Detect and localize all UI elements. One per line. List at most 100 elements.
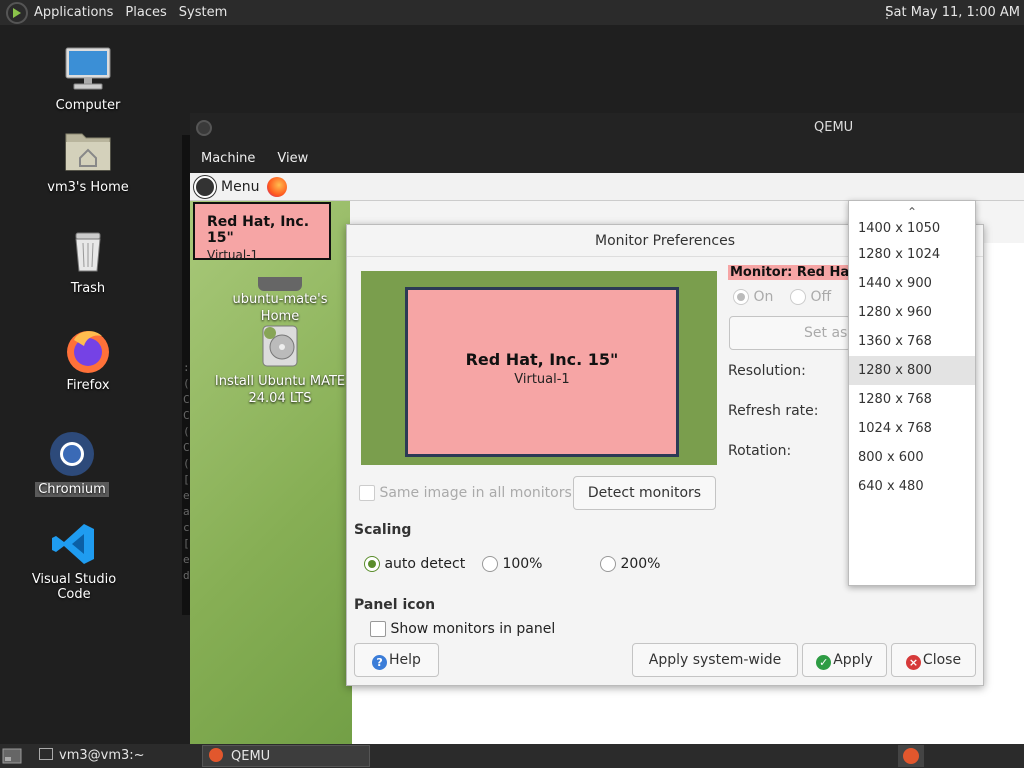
taskbar-qemu[interactable]: QEMU: [202, 745, 370, 767]
monitor-off-radio[interactable]: Off: [790, 289, 831, 305]
top-panel: Applications Places System Sat May 11, 1…: [0, 0, 1024, 25]
resolution-option[interactable]: 1280 x 768: [849, 385, 975, 414]
resolution-option[interactable]: 1280 x 960: [849, 298, 975, 327]
desktop-icon-label: Chromium: [35, 482, 109, 497]
scroll-up-icon[interactable]: ⌃: [849, 201, 975, 223]
monitor-preview[interactable]: Red Hat, Inc. 15" Virtual-1: [405, 287, 679, 457]
apply-label: Apply: [833, 652, 873, 668]
radio-label: On: [753, 289, 774, 305]
desktop-icon-firefox[interactable]: Firefox: [33, 326, 143, 393]
clock[interactable]: Sat May 11, 1:00 AM: [885, 0, 1020, 25]
rotation-label: Rotation:: [728, 443, 792, 459]
taskbar-label: QEMU: [231, 749, 271, 764]
resolution-option[interactable]: 1400 x 1050: [849, 222, 975, 240]
guest-desktop-icon-home[interactable]: ubuntu-mate's Home: [210, 277, 350, 325]
menu-view[interactable]: View: [266, 151, 319, 166]
close-icon: ×: [905, 655, 921, 670]
monitor-heading: Monitor: Red Hat,: [728, 265, 850, 280]
radio-label: 100%: [502, 556, 543, 572]
radio-indicator: [600, 556, 616, 572]
close-button[interactable]: × Close: [891, 643, 976, 677]
home-folder-icon: [64, 128, 112, 176]
resolution-option-selected[interactable]: 1280 x 800: [849, 356, 975, 385]
menu-machine[interactable]: Machine: [190, 151, 266, 166]
computer-icon: [64, 46, 112, 94]
show-desktop-button[interactable]: [2, 745, 24, 767]
desktop-icon-computer[interactable]: Computer: [33, 46, 143, 113]
help-icon: ?: [372, 655, 388, 670]
guest-desktop-icon-install[interactable]: Install Ubuntu MATE 24.04 LTS: [210, 323, 350, 407]
chromium-icon: [48, 430, 96, 478]
monitor-name: Red Hat, Inc. 15": [207, 214, 310, 246]
monitor-on-radio[interactable]: On: [733, 289, 773, 305]
apply-system-wide-button[interactable]: Apply system-wide: [632, 643, 798, 677]
desktop-icon-label: vm3's Home: [47, 180, 129, 195]
show-monitors-checkbox[interactable]: Show monitors in panel: [370, 621, 555, 637]
window-menu-icon[interactable]: [196, 120, 212, 136]
system-menu[interactable]: System: [173, 0, 233, 25]
checkbox-indicator: [359, 485, 375, 501]
qemu-icon: [903, 748, 919, 764]
resolution-option[interactable]: 800 x 600: [849, 443, 975, 472]
radio-indicator: [790, 289, 806, 305]
same-image-checkbox[interactable]: Same image in all monitors: [359, 485, 572, 501]
bottom-panel: vm3@vm3:~ QEMU: [0, 744, 1024, 768]
monitor-preview-connector: Virtual-1: [514, 372, 570, 387]
radio-label: Off: [810, 289, 832, 305]
resolution-option[interactable]: 640 x 480: [849, 472, 975, 501]
help-button[interactable]: ? Help: [354, 643, 439, 677]
scaling-auto-radio[interactable]: auto detect: [364, 556, 465, 572]
ubuntu-mate-logo-icon[interactable]: [194, 175, 216, 198]
desktop-icon-label: Firefox: [66, 378, 110, 393]
places-menu[interactable]: Places: [119, 0, 172, 25]
desktop-icon-vscode[interactable]: Visual Studio Code: [19, 520, 129, 602]
monitor-preview-area[interactable]: Red Hat, Inc. 15" Virtual-1: [361, 271, 717, 465]
apply-button[interactable]: ✓ Apply: [802, 643, 887, 677]
applications-menu[interactable]: Applications: [28, 0, 119, 25]
mate-logo-icon[interactable]: [6, 1, 28, 24]
set-as-primary-button[interactable]: Set as p: [729, 316, 851, 350]
resolution-option[interactable]: 1360 x 768: [849, 327, 975, 356]
workspace-switcher[interactable]: [898, 745, 924, 767]
resolution-option[interactable]: 1440 x 900: [849, 269, 975, 298]
scaling-heading: Scaling: [354, 522, 412, 538]
desktop-icon-label: Computer: [55, 98, 121, 113]
close-label: Close: [922, 652, 962, 668]
desktop-icon-label: Install Ubuntu MATE 24.04 LTS: [214, 374, 346, 406]
resolution-option[interactable]: 1280 x 1024: [849, 240, 975, 269]
radio-label: auto detect: [384, 556, 466, 572]
resolution-options: 1400 x 1050 1280 x 1024 1440 x 900 1280 …: [849, 222, 975, 501]
qemu-title: QEMU: [814, 120, 854, 135]
desktop-icon-home[interactable]: vm3's Home: [33, 128, 143, 195]
panel-icon-heading: Panel icon: [354, 597, 436, 613]
desktop-icon-chromium[interactable]: Chromium: [17, 430, 127, 497]
scaling-100-radio[interactable]: 100%: [482, 556, 542, 572]
taskbar-label: vm3@vm3:~: [59, 748, 145, 763]
refresh-rate-label: Refresh rate:: [728, 403, 819, 419]
taskbar-terminal[interactable]: vm3@vm3:~: [33, 745, 199, 767]
desktop-icon-label: Visual Studio Code: [31, 572, 117, 602]
guest-menu-button[interactable]: Menu: [221, 179, 259, 195]
desktop-icon-label: ubuntu-mate's Home: [232, 292, 328, 324]
radio-indicator: [482, 556, 498, 572]
checkbox-label: Same image in all monitors: [379, 485, 572, 501]
detect-monitors-button[interactable]: Detect monitors: [573, 476, 716, 510]
monitor-preview-name: Red Hat, Inc. 15": [465, 350, 619, 369]
terminal-icon: [39, 748, 53, 760]
radio-indicator: [733, 289, 749, 305]
qemu-menubar: Machine View: [190, 143, 1024, 173]
scaling-200-radio[interactable]: 200%: [600, 556, 660, 572]
firefox-icon[interactable]: [267, 176, 288, 197]
radio-label: 200%: [620, 556, 661, 572]
install-disc-icon: [260, 323, 300, 369]
monitor-connector: Virtual-1: [207, 248, 259, 262]
monitor-identify-label: Red Hat, Inc. 15" Virtual-1: [193, 202, 331, 262]
resolution-label: Resolution:: [728, 363, 806, 379]
desktop-icon-label: Trash: [70, 281, 106, 296]
firefox-icon: [64, 326, 112, 374]
qemu-titlebar[interactable]: QEMU: [190, 113, 1024, 143]
checkbox-label: Show monitors in panel: [390, 621, 556, 637]
resolution-option[interactable]: 1024 x 768: [849, 414, 975, 443]
resolution-dropdown-list[interactable]: ⌃ 1400 x 1050 1280 x 1024 1440 x 900 128…: [848, 200, 976, 586]
desktop-icon-trash[interactable]: Trash: [33, 229, 143, 296]
